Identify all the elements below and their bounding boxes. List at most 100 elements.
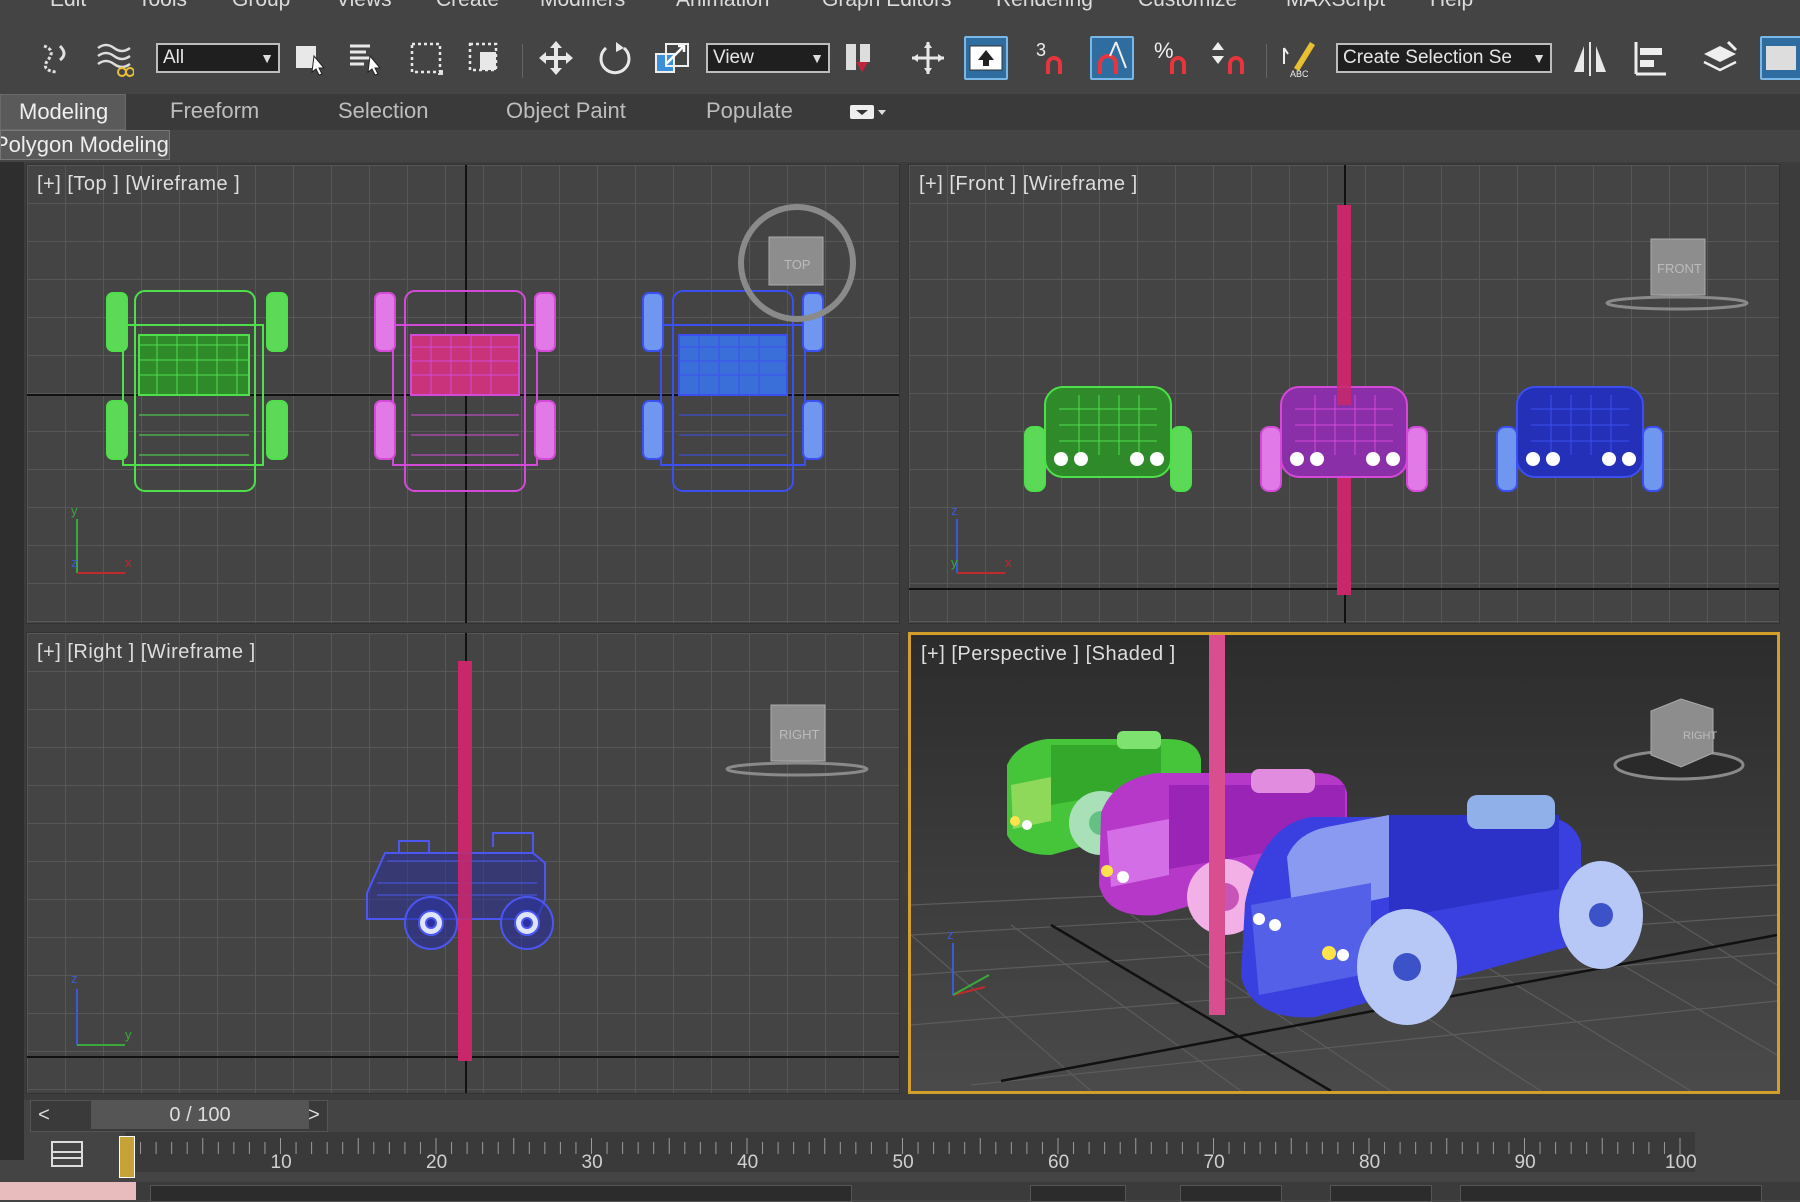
align-icon[interactable]: [1628, 36, 1672, 80]
snap-3d-icon[interactable]: 3: [1032, 36, 1076, 80]
tab-object-paint[interactable]: Object Paint: [506, 94, 626, 130]
layer-explorer-icon[interactable]: [1698, 36, 1742, 80]
ribbon-options-icon[interactable]: [848, 102, 888, 122]
select-by-name-icon[interactable]: [344, 36, 388, 80]
toolbar-separator: [522, 44, 523, 78]
viewport-right[interactable]: RIGHT z y [+] [Right ] [Wireframe ]: [26, 632, 900, 1094]
car-blue-front: [1496, 386, 1664, 492]
move-icon[interactable]: [534, 36, 578, 80]
rotate-icon[interactable]: [592, 36, 636, 80]
ruler-label: 70: [1203, 1152, 1225, 1173]
svg-text:ABC: ABC: [1290, 69, 1309, 78]
bind-to-space-warp-icon[interactable]: [92, 36, 136, 80]
window-crossing-icon[interactable]: [462, 36, 506, 80]
viewport-label-top[interactable]: [+] [Top ] [Wireframe ]: [37, 173, 240, 196]
viewcube-front[interactable]: FRONT: [1605, 238, 1749, 311]
time-slider-next[interactable]: >: [301, 1101, 327, 1129]
menu-views[interactable]: Views: [336, 0, 392, 12]
percent-snap-icon[interactable]: %: [1150, 36, 1194, 80]
viewport-front-scene: FRONT z y x: [909, 165, 1779, 623]
mirror-icon[interactable]: [1568, 36, 1612, 80]
unlink-icon[interactable]: [0, 36, 30, 80]
tab-populate[interactable]: Populate: [706, 94, 793, 130]
select-manipulate-icon[interactable]: [906, 36, 950, 80]
ruler-label: 50: [892, 1152, 914, 1173]
menu-create[interactable]: Create: [436, 0, 499, 12]
viewport-perspective[interactable]: RIGHT z [+] [Perspective ] [Shaded ]: [908, 632, 1780, 1094]
axis-tripod: z y: [71, 971, 132, 1046]
menu-modifiers[interactable]: Modifiers: [540, 0, 625, 12]
svg-text:z: z: [947, 927, 954, 942]
ruler-label: 100: [1665, 1152, 1697, 1173]
timeline-mini-curve-icon[interactable]: [48, 1138, 88, 1172]
svg-text:y: y: [125, 1027, 132, 1042]
reference-coord-value: View: [713, 47, 754, 68]
chevron-down-icon: ▼: [810, 50, 824, 66]
axis-tripod: z y x: [951, 503, 1012, 574]
menu-maxscript[interactable]: MAXScript: [1286, 0, 1385, 12]
viewcube-top-text: TOP: [784, 257, 811, 272]
chevron-down-icon: ▼: [260, 50, 274, 66]
svg-text:z: z: [71, 971, 78, 986]
tab-freeform[interactable]: Freeform: [170, 94, 259, 130]
coord-y-field[interactable]: [1180, 1185, 1282, 1202]
menu-animation[interactable]: Animation: [676, 0, 769, 12]
ruler-label: 40: [737, 1152, 759, 1173]
viewport-front[interactable]: FRONT z y x [+] [Front ] [Wireframe ]: [908, 164, 1780, 624]
viewport-label-perspective[interactable]: [+] [Perspective ] [Shaded ]: [921, 643, 1176, 666]
menu-rendering[interactable]: Rendering: [996, 0, 1093, 12]
left-edge-strip: [0, 1100, 24, 1160]
tab-modeling[interactable]: Modeling: [0, 94, 126, 130]
car-green-front: [1024, 386, 1192, 492]
menu-edit[interactable]: Edit: [50, 0, 86, 12]
menu-help[interactable]: Help: [1430, 0, 1473, 12]
toggle-scene-explorer-icon[interactable]: [1760, 36, 1800, 80]
spinner-snap-icon[interactable]: [1208, 36, 1252, 80]
coord-x-field[interactable]: [1030, 1185, 1126, 1202]
ribbon-tabs: Modeling Freeform Selection Object Paint…: [0, 94, 1800, 130]
ruler-label: 20: [426, 1152, 448, 1173]
polygon-modeling-panel[interactable]: Polygon Modeling: [0, 130, 170, 160]
pivot-icon[interactable]: [838, 36, 882, 80]
menu-graph-editors[interactable]: Graph Editors: [822, 0, 952, 12]
viewport-area: TOP y z x [+] [Top ] [Wireframe ] FRONT …: [0, 162, 1800, 1100]
time-slider-prev[interactable]: <: [31, 1101, 57, 1129]
toolbar-separator: [1266, 44, 1267, 78]
left-edge-strip: [0, 162, 24, 1100]
tab-selection[interactable]: Selection: [338, 94, 429, 130]
menu-customize[interactable]: Customize: [1138, 0, 1237, 12]
car-green-top: [106, 290, 288, 492]
angle-snap-icon[interactable]: [1090, 36, 1134, 80]
viewport-label-right[interactable]: [+] [Right ] [Wireframe ]: [37, 641, 256, 664]
status-bar: [0, 1182, 1800, 1202]
viewport-top[interactable]: TOP y z x [+] [Top ] [Wireframe ]: [26, 164, 900, 624]
ruler-label: 60: [1048, 1152, 1070, 1173]
named-selection-value: Create Selection Se: [1343, 47, 1512, 68]
viewport-label-front[interactable]: [+] [Front ] [Wireframe ]: [919, 173, 1138, 196]
viewport-right-scene: RIGHT z y: [27, 633, 899, 1093]
frame-display[interactable]: 0 / 100: [91, 1101, 309, 1129]
selection-filter-dropdown[interactable]: All ▼: [156, 43, 280, 73]
main-toolbar: All ▼ View ▼ 3 % ABC Create Selection Se…: [0, 14, 1800, 94]
ruler-label: 10: [270, 1152, 292, 1173]
ruler-label: 80: [1359, 1152, 1381, 1173]
reference-coord-dropdown[interactable]: View ▼: [706, 43, 830, 73]
rect-region-icon[interactable]: [404, 36, 448, 80]
select-object-icon[interactable]: [288, 36, 332, 80]
scale-icon[interactable]: [650, 36, 694, 80]
time-slider[interactable]: < 0 / 100 >: [30, 1100, 328, 1132]
coord-z-field[interactable]: [1330, 1185, 1432, 1202]
maxscript-listener[interactable]: [0, 1182, 136, 1200]
named-selection-dropdown[interactable]: Create Selection Se ▼: [1336, 43, 1552, 73]
axis-tripod: y z x: [71, 503, 132, 574]
svg-text:x: x: [1005, 555, 1012, 570]
bind-space-warp-icon[interactable]: [34, 36, 78, 80]
edit-named-selection-icon[interactable]: ABC: [1278, 36, 1322, 80]
viewcube-right-text: RIGHT: [779, 727, 820, 742]
menu-tools[interactable]: Tools: [138, 0, 187, 12]
svg-text:z: z: [71, 555, 78, 570]
viewcube-right[interactable]: RIGHT: [725, 704, 869, 777]
keyboard-shortcut-icon[interactable]: [964, 36, 1008, 80]
menu-group[interactable]: Group: [232, 0, 290, 12]
viewcube-top[interactable]: TOP: [738, 204, 856, 322]
